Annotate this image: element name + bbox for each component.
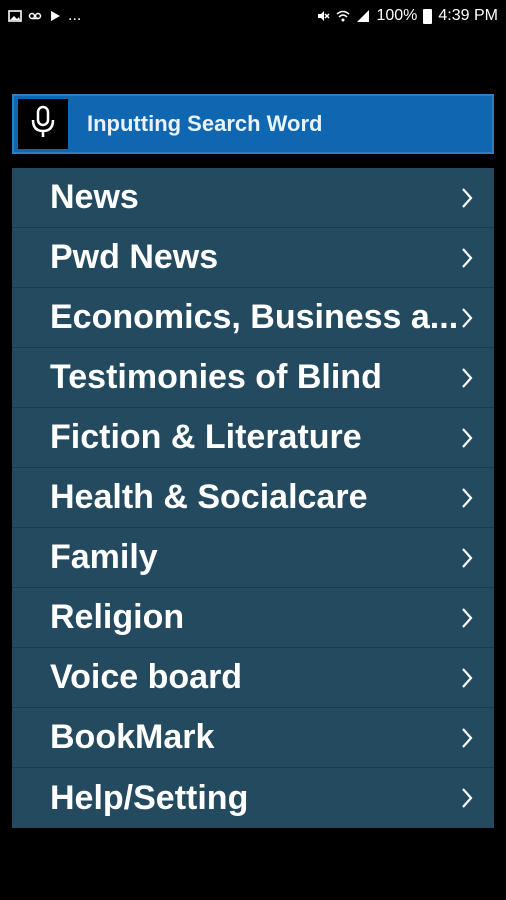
menu-item-label: Testimonies of Blind xyxy=(50,358,382,396)
menu-item-label: Family xyxy=(50,538,158,576)
chevron-right-icon xyxy=(460,606,474,630)
menu-item-news[interactable]: News xyxy=(12,168,494,228)
search-label[interactable]: Inputting Search Word xyxy=(87,111,322,137)
chevron-right-icon xyxy=(460,246,474,270)
menu-item-religion[interactable]: Religion xyxy=(12,588,494,648)
chevron-right-icon xyxy=(460,486,474,510)
menu-item-label: Voice board xyxy=(50,658,243,696)
chevron-right-icon xyxy=(460,186,474,210)
menu-item-fiction[interactable]: Fiction & Literature xyxy=(12,408,494,468)
menu-item-label: BookMark xyxy=(50,718,215,756)
voicemail-icon xyxy=(28,9,42,23)
menu-item-bookmark[interactable]: BookMark xyxy=(12,708,494,768)
status-left-icons: ... xyxy=(8,7,81,25)
image-icon xyxy=(8,9,22,23)
menu-item-health[interactable]: Health & Socialcare xyxy=(12,468,494,528)
chevron-right-icon xyxy=(460,726,474,750)
chevron-right-icon xyxy=(460,666,474,690)
clock: 4:39 PM xyxy=(438,7,498,24)
wifi-icon xyxy=(336,9,350,23)
menu-item-help-setting[interactable]: Help/Setting xyxy=(12,768,494,828)
chevron-right-icon xyxy=(460,306,474,330)
chevron-right-icon xyxy=(460,366,474,390)
menu-item-label: Economics, Business a... xyxy=(50,298,459,336)
mic-button[interactable] xyxy=(18,99,68,149)
search-bar[interactable]: Inputting Search Word xyxy=(12,94,494,154)
battery-icon xyxy=(423,8,433,24)
menu-item-economics[interactable]: Economics, Business a... xyxy=(12,288,494,348)
media-icon xyxy=(48,9,62,23)
chevron-right-icon xyxy=(460,426,474,450)
menu-item-label: News xyxy=(50,178,139,216)
status-right-icons: 100% 4:39 PM xyxy=(316,7,498,25)
category-menu: News Pwd News Economics, Business a... T… xyxy=(12,168,494,828)
chevron-right-icon xyxy=(460,786,474,810)
menu-item-voice-board[interactable]: Voice board xyxy=(12,648,494,708)
menu-item-pwd-news[interactable]: Pwd News xyxy=(12,228,494,288)
battery-percent: 100% xyxy=(376,7,418,24)
menu-item-label: Help/Setting xyxy=(50,778,249,817)
menu-item-label: Fiction & Literature xyxy=(50,418,362,456)
status-bar: ... 100% 4:39 PM xyxy=(0,0,506,32)
menu-item-label: Health & Socialcare xyxy=(50,478,368,516)
chevron-right-icon xyxy=(460,546,474,570)
signal-icon xyxy=(356,9,370,23)
menu-item-label: Religion xyxy=(50,598,185,636)
menu-item-label: Pwd News xyxy=(50,238,219,276)
mute-icon xyxy=(316,9,331,23)
menu-item-family[interactable]: Family xyxy=(12,528,494,588)
mic-icon xyxy=(29,105,57,144)
menu-item-testimonies[interactable]: Testimonies of Blind xyxy=(12,348,494,408)
more-dots: ... xyxy=(68,7,82,24)
